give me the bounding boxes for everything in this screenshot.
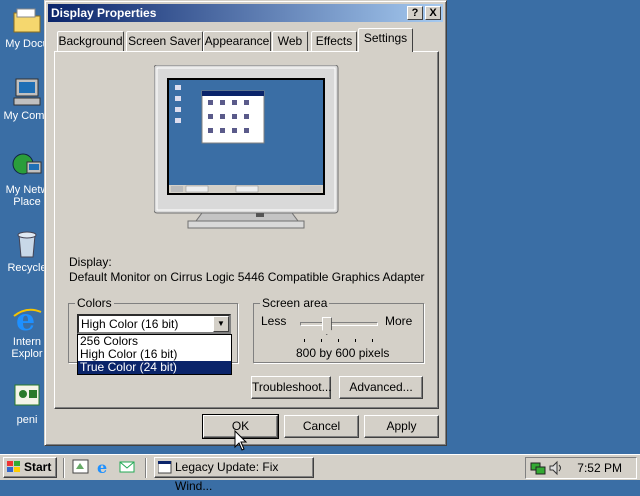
- monitor-preview: [153, 64, 340, 235]
- tab-background[interactable]: Background: [57, 31, 124, 51]
- monitor-icon: [153, 64, 339, 229]
- cancel-button[interactable]: Cancel: [284, 415, 359, 438]
- quick-launch-outlook-icon[interactable]: [118, 459, 136, 475]
- taskbar: Start e Legacy Update: Fix Wind... 7:52 …: [0, 454, 640, 493]
- help-button[interactable]: ?: [407, 6, 423, 20]
- display-properties-window: Display Properties ? X Background Screen…: [44, 0, 447, 446]
- svg-text:e: e: [97, 459, 107, 475]
- window-title: Display Properties: [51, 6, 157, 20]
- folder-icon: [11, 4, 43, 36]
- start-button[interactable]: Start: [3, 457, 57, 478]
- colors-select[interactable]: High Color (16 bit) ▼: [77, 314, 231, 334]
- colors-select-value: High Color (16 bit): [81, 317, 179, 331]
- task-button-label: Legacy Update: Fix Wind...: [175, 460, 279, 493]
- tab-appearance[interactable]: Appearance: [203, 31, 271, 51]
- slider-less-label: Less: [261, 314, 287, 328]
- colors-group-label: Colors: [75, 296, 114, 310]
- screen-area-slider[interactable]: [298, 317, 380, 343]
- program-icon: [11, 380, 43, 412]
- computer-icon: [11, 76, 43, 108]
- quick-launch-desktop-icon[interactable]: [72, 459, 90, 475]
- tab-web[interactable]: Web: [272, 31, 308, 51]
- tab-settings[interactable]: Settings: [358, 28, 413, 52]
- colors-dropdown-list: 256 Colors High Color (16 bit) True Colo…: [77, 334, 232, 375]
- chevron-down-icon[interactable]: ▼: [213, 316, 229, 332]
- system-tray: 7:52 PM: [525, 457, 637, 479]
- task-separator: [145, 458, 147, 478]
- window-icon: [158, 461, 172, 474]
- display-adapter-value: Default Monitor on Cirrus Logic 5446 Com…: [69, 270, 425, 284]
- mouse-cursor-icon: [234, 430, 248, 451]
- troubleshoot-button[interactable]: Troubleshoot...: [251, 376, 332, 399]
- screen-resolution-value: 800 by 600 pixels: [296, 346, 390, 360]
- display-label: Display:: [69, 255, 112, 269]
- quick-launch-separator: [63, 458, 65, 478]
- task-button-legacy-update[interactable]: Legacy Update: Fix Wind...: [154, 457, 314, 493]
- svg-text:e: e: [16, 303, 35, 334]
- windows-logo-icon: [7, 461, 20, 472]
- tab-screen-saver[interactable]: Screen Saver: [126, 31, 203, 51]
- clock: 7:52 PM: [577, 461, 622, 475]
- volume-icon[interactable]: [548, 460, 564, 476]
- slider-more-label: More: [385, 314, 413, 328]
- colors-option-24bit[interactable]: True Color (24 bit): [78, 361, 231, 374]
- recycle-bin-icon: [11, 228, 43, 260]
- internet-explorer-icon: e: [11, 302, 43, 338]
- network-tray-icon[interactable]: [530, 460, 546, 476]
- advanced-button[interactable]: Advanced...: [339, 376, 423, 399]
- title-bar[interactable]: Display Properties ? X: [48, 4, 443, 22]
- slider-track: [300, 322, 378, 326]
- tab-effects[interactable]: Effects: [311, 31, 357, 51]
- close-button[interactable]: X: [425, 6, 441, 20]
- start-label: Start: [24, 460, 52, 474]
- slider-thumb[interactable]: [321, 317, 332, 335]
- network-icon: [11, 150, 43, 182]
- apply-button[interactable]: Apply: [364, 415, 439, 438]
- slider-ticks: [304, 339, 374, 342]
- quick-launch-ie-icon[interactable]: e: [95, 458, 113, 477]
- screen-area-group-label: Screen area: [260, 296, 330, 310]
